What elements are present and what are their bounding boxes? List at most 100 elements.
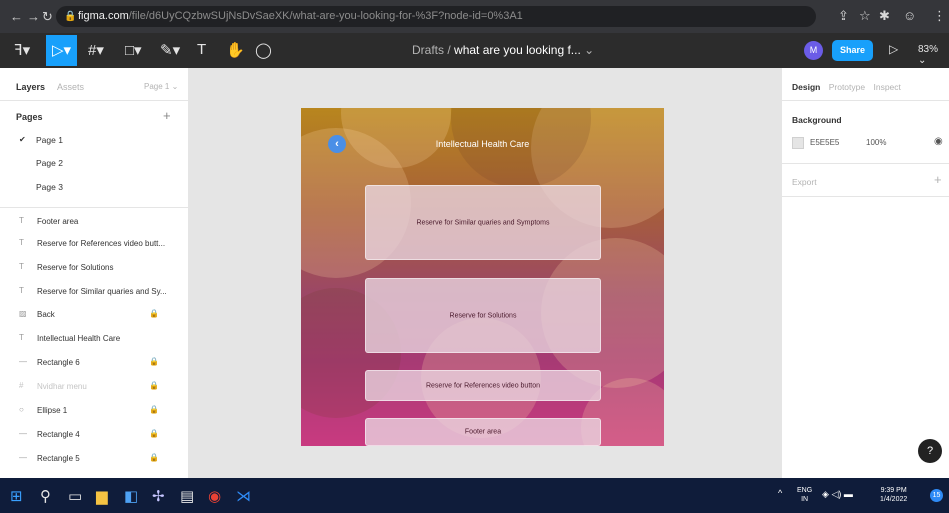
avatar[interactable]: M (804, 41, 823, 60)
vscode-icon[interactable]: ⋊ (236, 487, 251, 505)
chevron-down-icon[interactable]: ⌄ (584, 43, 594, 57)
page-item[interactable]: Page 1 (36, 135, 63, 145)
layer-row[interactable]: ○ Ellipse 1 🔒 (0, 401, 189, 421)
wifi-icon[interactable]: ◈ (822, 489, 829, 499)
tab-prototype[interactable]: Prototype (829, 82, 865, 92)
lock-icon[interactable]: 🔒 (149, 405, 159, 414)
add-page-icon[interactable]: + (163, 108, 171, 123)
frame-title: Intellectual Health Care (435, 139, 530, 149)
tray-icons[interactable]: ◈ ◁) ▬ (822, 489, 853, 500)
lock-icon[interactable]: 🔒 (149, 429, 159, 438)
divider (782, 100, 949, 101)
terminal-icon[interactable]: ▤ (180, 487, 194, 505)
layer-row[interactable]: T Reserve for References video butt... (0, 234, 189, 254)
page-selector[interactable]: Page 1 ⌄ (144, 82, 178, 91)
tab-inspect[interactable]: Inspect (873, 82, 900, 92)
breadcrumb[interactable]: Drafts / what are you looking f... ⌄ (412, 43, 594, 57)
card-label: Reserve for Similar quaries and Symptoms (416, 219, 550, 226)
share-button[interactable]: Share (832, 40, 873, 61)
breadcrumb-parent[interactable]: Drafts (412, 43, 444, 57)
chevron-up-icon[interactable]: ^ (778, 488, 782, 498)
background-hex-input[interactable]: E5E5E5 (810, 138, 839, 147)
pen-tool-icon[interactable]: ✎▾ (160, 41, 180, 59)
profile-icon[interactable]: ☺ (903, 8, 916, 23)
background-opacity-input[interactable]: 100% (866, 138, 886, 147)
tab-design[interactable]: Design (792, 82, 820, 92)
page-selector-label: Page 1 (144, 82, 170, 91)
card-similar-queries[interactable]: Reserve for Similar quaries and Symptoms (365, 185, 601, 260)
extensions-icon[interactable]: ✱ (879, 8, 890, 24)
file-explorer-icon[interactable]: ▆ (96, 487, 108, 505)
present-play-icon[interactable]: ▷ (889, 42, 898, 56)
move-tool-icon[interactable]: ▷▾ (46, 35, 78, 66)
card-solutions[interactable]: Reserve for Solutions (365, 278, 601, 353)
page-item[interactable]: Page 3 (36, 182, 63, 192)
share-page-icon[interactable]: ⇪ (838, 8, 849, 24)
lock-icon[interactable]: 🔒 (149, 453, 159, 462)
clock[interactable]: 9:39 PM 1/4/2022 (880, 486, 907, 504)
card-footer-area[interactable]: Footer area (365, 418, 601, 446)
figma-menu-icon[interactable]: ꟻ▾ (14, 41, 30, 59)
layer-row[interactable]: — Rectangle 5 🔒 (0, 449, 189, 469)
tab-layers[interactable]: Layers (16, 82, 45, 92)
eye-icon[interactable]: ◉ (934, 136, 943, 147)
text-tool-icon[interactable]: T (197, 41, 206, 58)
color-swatch[interactable] (792, 137, 804, 149)
clock-date: 1/4/2022 (880, 496, 908, 503)
bookmark-star-icon[interactable]: ☆ (859, 8, 871, 24)
check-icon: ✔ (19, 135, 26, 144)
language-indicator[interactable]: ENG IN (797, 486, 812, 504)
language-code: ENG (797, 487, 813, 494)
layer-label: Reserve for Solutions (37, 263, 114, 272)
url-host: figma.com (78, 10, 129, 22)
zoom-level[interactable]: 83% ⌄ (918, 44, 949, 66)
layer-label: Intellectual Health Care (37, 334, 121, 343)
zoom-value: 83% (918, 44, 939, 55)
layer-label: Reserve for Similar quaries and Sy... (37, 287, 167, 296)
layer-row[interactable]: ▨ Back 🔒 (0, 305, 189, 325)
battery-icon[interactable]: ▬ (844, 489, 853, 499)
layer-row[interactable]: T Intellectual Health Care (0, 329, 189, 349)
tab-assets[interactable]: Assets (57, 82, 84, 92)
line-icon: — (19, 429, 27, 438)
store-icon[interactable]: ◧ (124, 487, 138, 505)
card-references-video[interactable]: Reserve for References video button (365, 370, 601, 401)
ellipse-icon: ○ (19, 405, 24, 414)
kebab-menu-icon[interactable]: ⋮ (933, 8, 946, 24)
design-canvas[interactable]: ‹ Intellectual Health Care Reserve for S… (189, 68, 781, 478)
layer-row[interactable]: # Nvidhar menu 🔒 (0, 377, 189, 397)
layer-row[interactable]: — Rectangle 4 🔒 (0, 425, 189, 445)
browser-bar: ← → ↻ 🔒 figma.com/file/d6UyCQzbwSUjNsDvS… (0, 0, 949, 33)
search-icon[interactable]: ⚲ (40, 487, 51, 505)
layer-row[interactable]: T Footer area (0, 212, 189, 232)
image-icon: ▨ (19, 309, 27, 318)
address-bar[interactable]: 🔒 figma.com/file/d6UyCQzbwSUjNsDvSaeXK/w… (56, 6, 816, 27)
forward-arrow-icon[interactable]: → (27, 9, 40, 24)
design-frame[interactable]: ‹ Intellectual Health Care Reserve for S… (301, 108, 664, 446)
comment-tool-icon[interactable]: ◯ (255, 41, 272, 59)
back-arrow-icon[interactable]: ← (10, 9, 23, 24)
divider (0, 207, 189, 208)
windows-start-icon[interactable]: ⊞ (10, 487, 23, 505)
app-icon[interactable]: ✢ (152, 487, 165, 505)
hand-tool-icon[interactable]: ✋ (226, 41, 245, 59)
shape-tool-icon[interactable]: □▾ (125, 41, 142, 59)
chrome-icon[interactable]: ◉ (208, 487, 221, 505)
reload-icon[interactable]: ↻ (42, 9, 53, 25)
task-view-icon[interactable]: ▭ (68, 487, 82, 505)
page-item[interactable]: Page 2 (36, 158, 63, 168)
lock-icon[interactable]: 🔒 (149, 357, 159, 366)
lock-icon[interactable]: 🔒 (149, 309, 159, 318)
layer-label: Back (37, 310, 55, 319)
layer-row[interactable]: T Reserve for Solutions (0, 258, 189, 278)
layer-row[interactable]: T Reserve for Similar quaries and Sy... (0, 282, 189, 302)
volume-icon[interactable]: ◁) (831, 489, 841, 499)
file-name[interactable]: what are you looking f... (454, 43, 581, 57)
frame-tool-icon[interactable]: #▾ (88, 41, 104, 59)
help-button[interactable]: ? (918, 439, 942, 463)
divider (782, 163, 949, 164)
lock-icon[interactable]: 🔒 (149, 381, 159, 390)
add-export-icon[interactable]: + (934, 172, 942, 187)
notification-badge[interactable]: 15 (930, 489, 943, 502)
layer-row[interactable]: — Rectangle 6 🔒 (0, 353, 189, 373)
